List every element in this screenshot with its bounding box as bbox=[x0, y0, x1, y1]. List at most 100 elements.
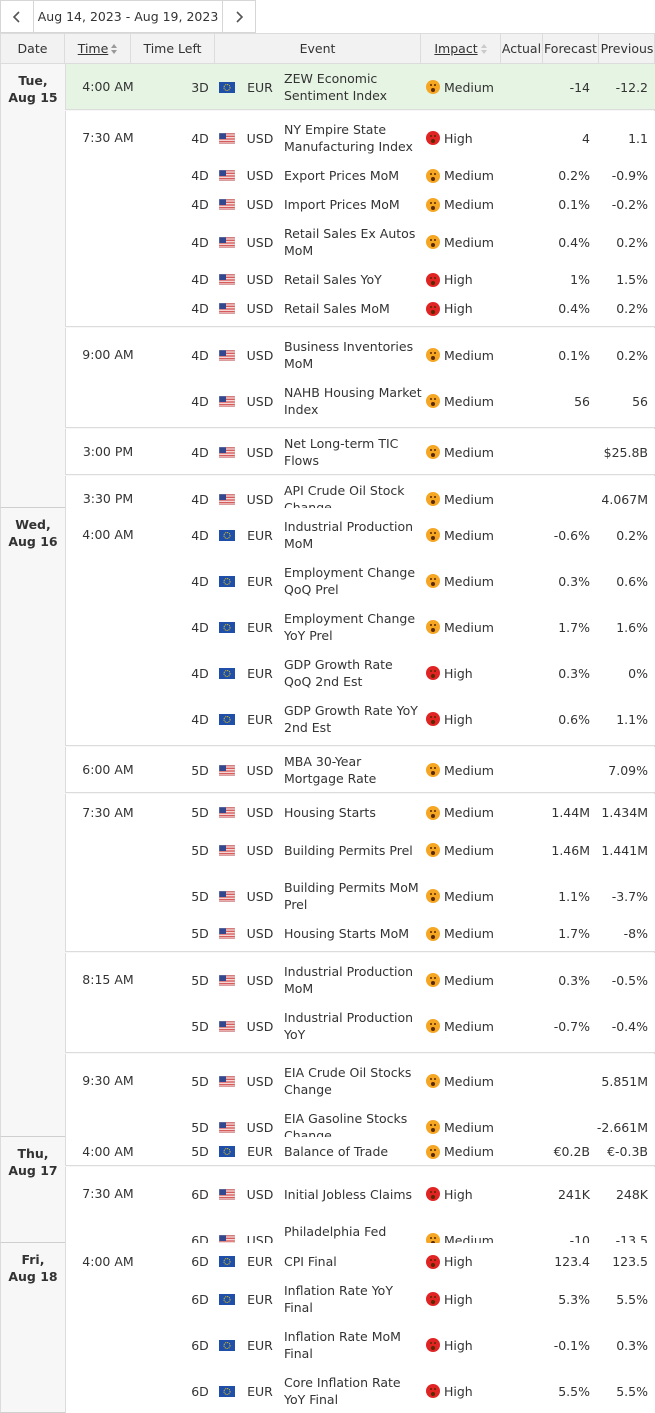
forecast: 241K bbox=[557, 1186, 590, 1202]
table-row[interactable]: 4D EUR Employment Change YoY Prel Medium 1.7… bbox=[66, 604, 655, 650]
currency: USD bbox=[246, 393, 274, 409]
event-name[interactable]: Export Prices MoM bbox=[284, 161, 422, 190]
table-row[interactable]: 4D USD Retail Sales Ex Autos MoM Medium 0.4%… bbox=[66, 219, 655, 265]
event-name[interactable]: Core Inflation Rate YoY Final bbox=[284, 1368, 422, 1413]
previous: 1.6% bbox=[616, 619, 648, 635]
impact: Medium bbox=[426, 957, 508, 1003]
impact: Medium bbox=[426, 558, 508, 604]
high-impact-icon bbox=[426, 1187, 440, 1201]
event-name[interactable]: Industrial Production MoM bbox=[284, 957, 422, 1003]
header-time-label[interactable]: Time bbox=[78, 41, 109, 56]
medium-impact-icon bbox=[426, 168, 440, 183]
table-row[interactable]: 4D EUR GDP Growth Rate YoY 2nd Est High 0.6%… bbox=[66, 696, 655, 742]
event-name[interactable]: Industrial Production MoM bbox=[284, 512, 422, 558]
medium-impact-icon bbox=[426, 805, 440, 820]
forecast: 1.7% bbox=[558, 926, 590, 941]
event-name[interactable]: Building Permits MoM Prel bbox=[284, 873, 422, 919]
table-row[interactable]: 5D USD EIA Crude Oil Stocks Change Medium 5.… bbox=[66, 1058, 655, 1104]
sort-icon[interactable] bbox=[480, 43, 487, 54]
header-impact-label[interactable]: Impact bbox=[434, 41, 477, 56]
previous: -8% bbox=[623, 926, 648, 941]
table-row[interactable]: 4D USD Retail Sales YoY High 1% 1.5% bbox=[66, 265, 655, 294]
table-row[interactable]: 5D USD Industrial Production MoM Medium 0.3%… bbox=[66, 957, 655, 1003]
event-name[interactable]: Import Prices MoM bbox=[284, 190, 422, 219]
event-name[interactable]: Initial Jobless Claims bbox=[284, 1171, 422, 1217]
previous: 0.6% bbox=[616, 573, 648, 589]
sort-icon[interactable] bbox=[111, 43, 118, 54]
table-row[interactable]: 5D USD Building Permits MoM Prel Medium 1.1%… bbox=[66, 873, 655, 919]
prev-week-button[interactable] bbox=[1, 1, 33, 32]
table-row[interactable]: 4D USD NY Empire State Manufacturing Index… bbox=[66, 115, 655, 161]
event-name[interactable]: NAHB Housing Market Index bbox=[284, 378, 422, 424]
us-flag-icon bbox=[219, 1188, 235, 1200]
previous: 123.5 bbox=[612, 1254, 648, 1269]
table-row[interactable]: 4D EUR Industrial Production MoM Medium -0.6… bbox=[66, 512, 655, 558]
table-row[interactable]: 4D USD Business Inventories MoM Medium 0.1% 0… bbox=[66, 332, 655, 378]
event-name[interactable]: CPI Final bbox=[284, 1247, 422, 1276]
table-row[interactable]: 4D USD Import Prices MoM Medium 0.1% -0.2% bbox=[66, 190, 655, 219]
next-week-button[interactable] bbox=[223, 1, 255, 32]
country-flag bbox=[218, 1137, 236, 1166]
currency: EUR bbox=[247, 665, 273, 681]
table-row[interactable]: 4D USD Export Prices MoM Medium 0.2% -0.9% bbox=[66, 161, 655, 190]
event-name[interactable]: Business Inventories MoM bbox=[284, 332, 422, 378]
event-name[interactable]: Inflation Rate MoM Final bbox=[284, 1322, 422, 1368]
us-flag-icon bbox=[219, 199, 235, 210]
table-row[interactable]: 6D EUR Core Inflation Rate YoY Final High 5.… bbox=[66, 1368, 655, 1413]
header-impact[interactable]: Impact bbox=[421, 34, 501, 63]
table-row[interactable]: 5D USD Housing Starts MoM Medium 1.7% -8% bbox=[66, 919, 655, 948]
event-name[interactable]: Inflation Rate YoY Final bbox=[284, 1276, 422, 1322]
event-name[interactable]: EIA Crude Oil Stocks Change bbox=[284, 1058, 422, 1104]
forecast: 1.1% bbox=[558, 888, 590, 904]
event-name[interactable]: MBA 30-Year Mortgage Rate bbox=[284, 747, 422, 793]
table-row[interactable]: 5D USD Building Permits Prel Medium 1.46M 1.4… bbox=[66, 827, 655, 873]
event-name[interactable]: GDP Growth Rate YoY 2nd Est bbox=[284, 696, 422, 742]
event-name[interactable]: NY Empire State Manufacturing Index bbox=[284, 115, 422, 161]
table-row[interactable]: 4D USD NAHB Housing Market Index Medium 56 56 bbox=[66, 378, 655, 424]
previous: -0.5% bbox=[611, 972, 648, 988]
impact: Medium bbox=[426, 1058, 508, 1104]
table-row[interactable]: 6D EUR CPI Final High 123.4 123.5 bbox=[66, 1247, 655, 1276]
date-range-label[interactable]: Aug 14, 2023 - Aug 19, 2023 bbox=[33, 1, 223, 32]
event-name[interactable]: GDP Growth Rate QoQ 2nd Est bbox=[284, 650, 422, 696]
table-row[interactable]: 4D EUR GDP Growth Rate QoQ 2nd Est High 0.3%… bbox=[66, 650, 655, 696]
header-time[interactable]: Time bbox=[65, 34, 131, 63]
table-row[interactable]: 5D USD MBA 30-Year Mortgage Rate Medium 7.09… bbox=[66, 747, 655, 793]
country-flag bbox=[218, 265, 236, 294]
table-row[interactable]: 5D USD Housing Starts Medium 1.44M 1.434M bbox=[66, 798, 655, 827]
event-name[interactable]: Employment Change YoY Prel bbox=[284, 604, 422, 650]
time-group: 4:00 AM 5D EUR Balance of Trade Medium €0.2B €… bbox=[65, 1137, 655, 1166]
previous: 7.09% bbox=[608, 762, 648, 778]
event-name[interactable]: ZEW Economic Sentiment Index bbox=[284, 64, 422, 110]
event-name[interactable]: Building Permits Prel bbox=[284, 827, 422, 873]
table-row[interactable]: 6D USD Initial Jobless Claims High 241K 248K bbox=[66, 1171, 655, 1217]
country-flag bbox=[218, 1058, 236, 1104]
currency: USD bbox=[246, 444, 274, 460]
previous: 5.5% bbox=[616, 1383, 648, 1399]
impact-label: Medium bbox=[444, 1119, 494, 1135]
table-row[interactable]: 5D USD Industrial Production YoY Medium -0.7… bbox=[66, 1003, 655, 1049]
event-name[interactable]: Retail Sales Ex Autos MoM bbox=[284, 219, 422, 265]
currency: EUR bbox=[247, 1337, 273, 1353]
event-name[interactable]: Retail Sales YoY bbox=[284, 265, 422, 294]
table-row[interactable]: 3D EUR ZEW Economic Sentiment Index Medium -… bbox=[66, 64, 655, 110]
table-row[interactable]: 4D USD Retail Sales MoM High 0.4% 0.2% bbox=[66, 294, 655, 323]
impact-label: High bbox=[444, 711, 473, 727]
table-row[interactable]: 5D EUR Balance of Trade Medium €0.2B €-0.3B bbox=[66, 1137, 655, 1166]
event-name[interactable]: Industrial Production YoY bbox=[284, 1003, 422, 1049]
table-row[interactable]: 6D EUR Inflation Rate MoM Final High -0.1% 0.… bbox=[66, 1322, 655, 1368]
event-name[interactable]: Housing Starts bbox=[284, 798, 422, 827]
currency: USD bbox=[246, 972, 274, 988]
event-name[interactable]: Net Long-term TIC Flows bbox=[284, 429, 422, 475]
previous: -3.7% bbox=[611, 888, 648, 904]
event-name[interactable]: Balance of Trade bbox=[284, 1137, 422, 1166]
previous: 0.2% bbox=[616, 301, 648, 316]
event-name[interactable]: Housing Starts MoM bbox=[284, 919, 422, 948]
table-row[interactable]: 4D USD Net Long-term TIC Flows Medium $25.8B bbox=[66, 429, 655, 475]
us-flag-icon bbox=[219, 349, 235, 361]
event-name[interactable]: Retail Sales MoM bbox=[284, 294, 422, 323]
table-row[interactable]: 6D EUR Inflation Rate YoY Final High 5.3% 5.5… bbox=[66, 1276, 655, 1322]
event-name[interactable]: Employment Change QoQ Prel bbox=[284, 558, 422, 604]
high-impact-icon bbox=[426, 666, 440, 680]
table-row[interactable]: 4D EUR Employment Change QoQ Prel Medium 0.3… bbox=[66, 558, 655, 604]
